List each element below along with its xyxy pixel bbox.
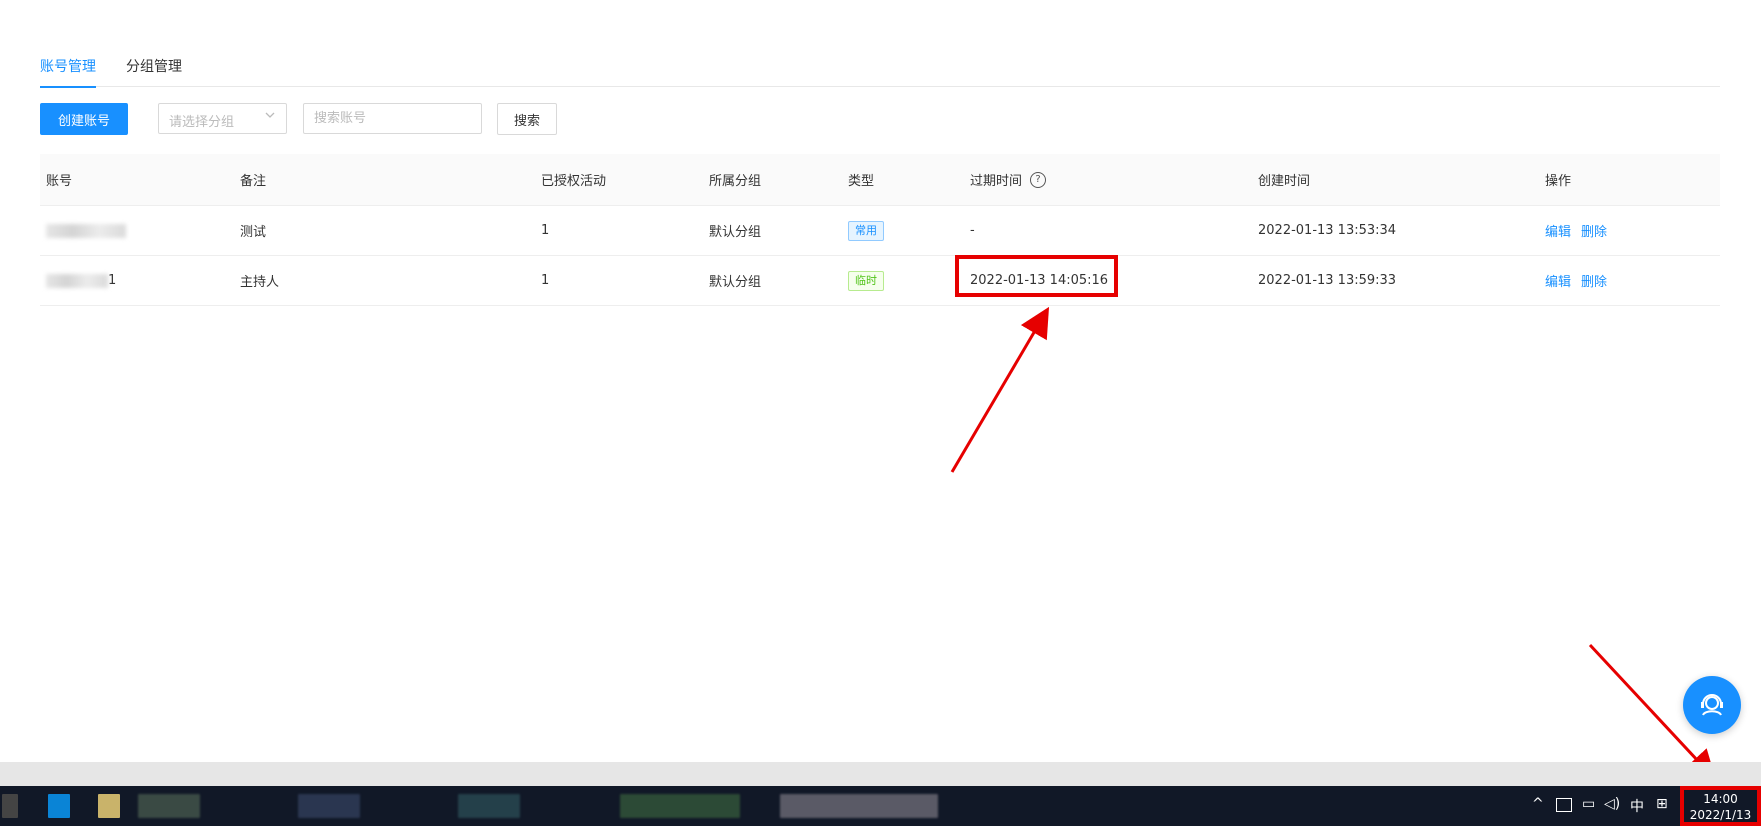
taskbar-app-icon[interactable] <box>780 794 938 818</box>
taskbar-app-icon[interactable] <box>2 794 18 818</box>
network-icon[interactable]: ▭ <box>1582 796 1595 812</box>
security-icon[interactable] <box>1556 798 1572 812</box>
annotation-arrows <box>950 306 1717 781</box>
taskbar-clock[interactable]: 14:00 2022/1/13 <box>1680 786 1761 826</box>
windows-taskbar: ^ ▭ ◁) 中 ⊞ <box>0 786 1761 826</box>
taskbar-app-icon[interactable] <box>458 794 520 818</box>
clock-date: 2022/1/13 <box>1689 808 1752 822</box>
taskbar-app-icon[interactable] <box>138 794 200 818</box>
volume-icon[interactable]: ◁) <box>1604 796 1620 812</box>
browser-bottom-bar <box>0 762 1761 786</box>
arrow-to-expire <box>950 306 1050 473</box>
taskbar-app-icon[interactable] <box>298 794 360 818</box>
clock-time: 14:00 <box>1703 792 1738 806</box>
ime-indicator[interactable]: 中 <box>1630 796 1644 816</box>
taskbar-app-icon[interactable] <box>620 794 740 818</box>
taskbar-app-icon[interactable] <box>48 794 70 818</box>
keyboard-icon[interactable]: ⊞ <box>1656 796 1668 812</box>
taskbar-app-icon[interactable] <box>98 794 120 818</box>
arrow-to-clock <box>1588 643 1717 781</box>
chevron-up-icon[interactable]: ^ <box>1532 796 1544 812</box>
